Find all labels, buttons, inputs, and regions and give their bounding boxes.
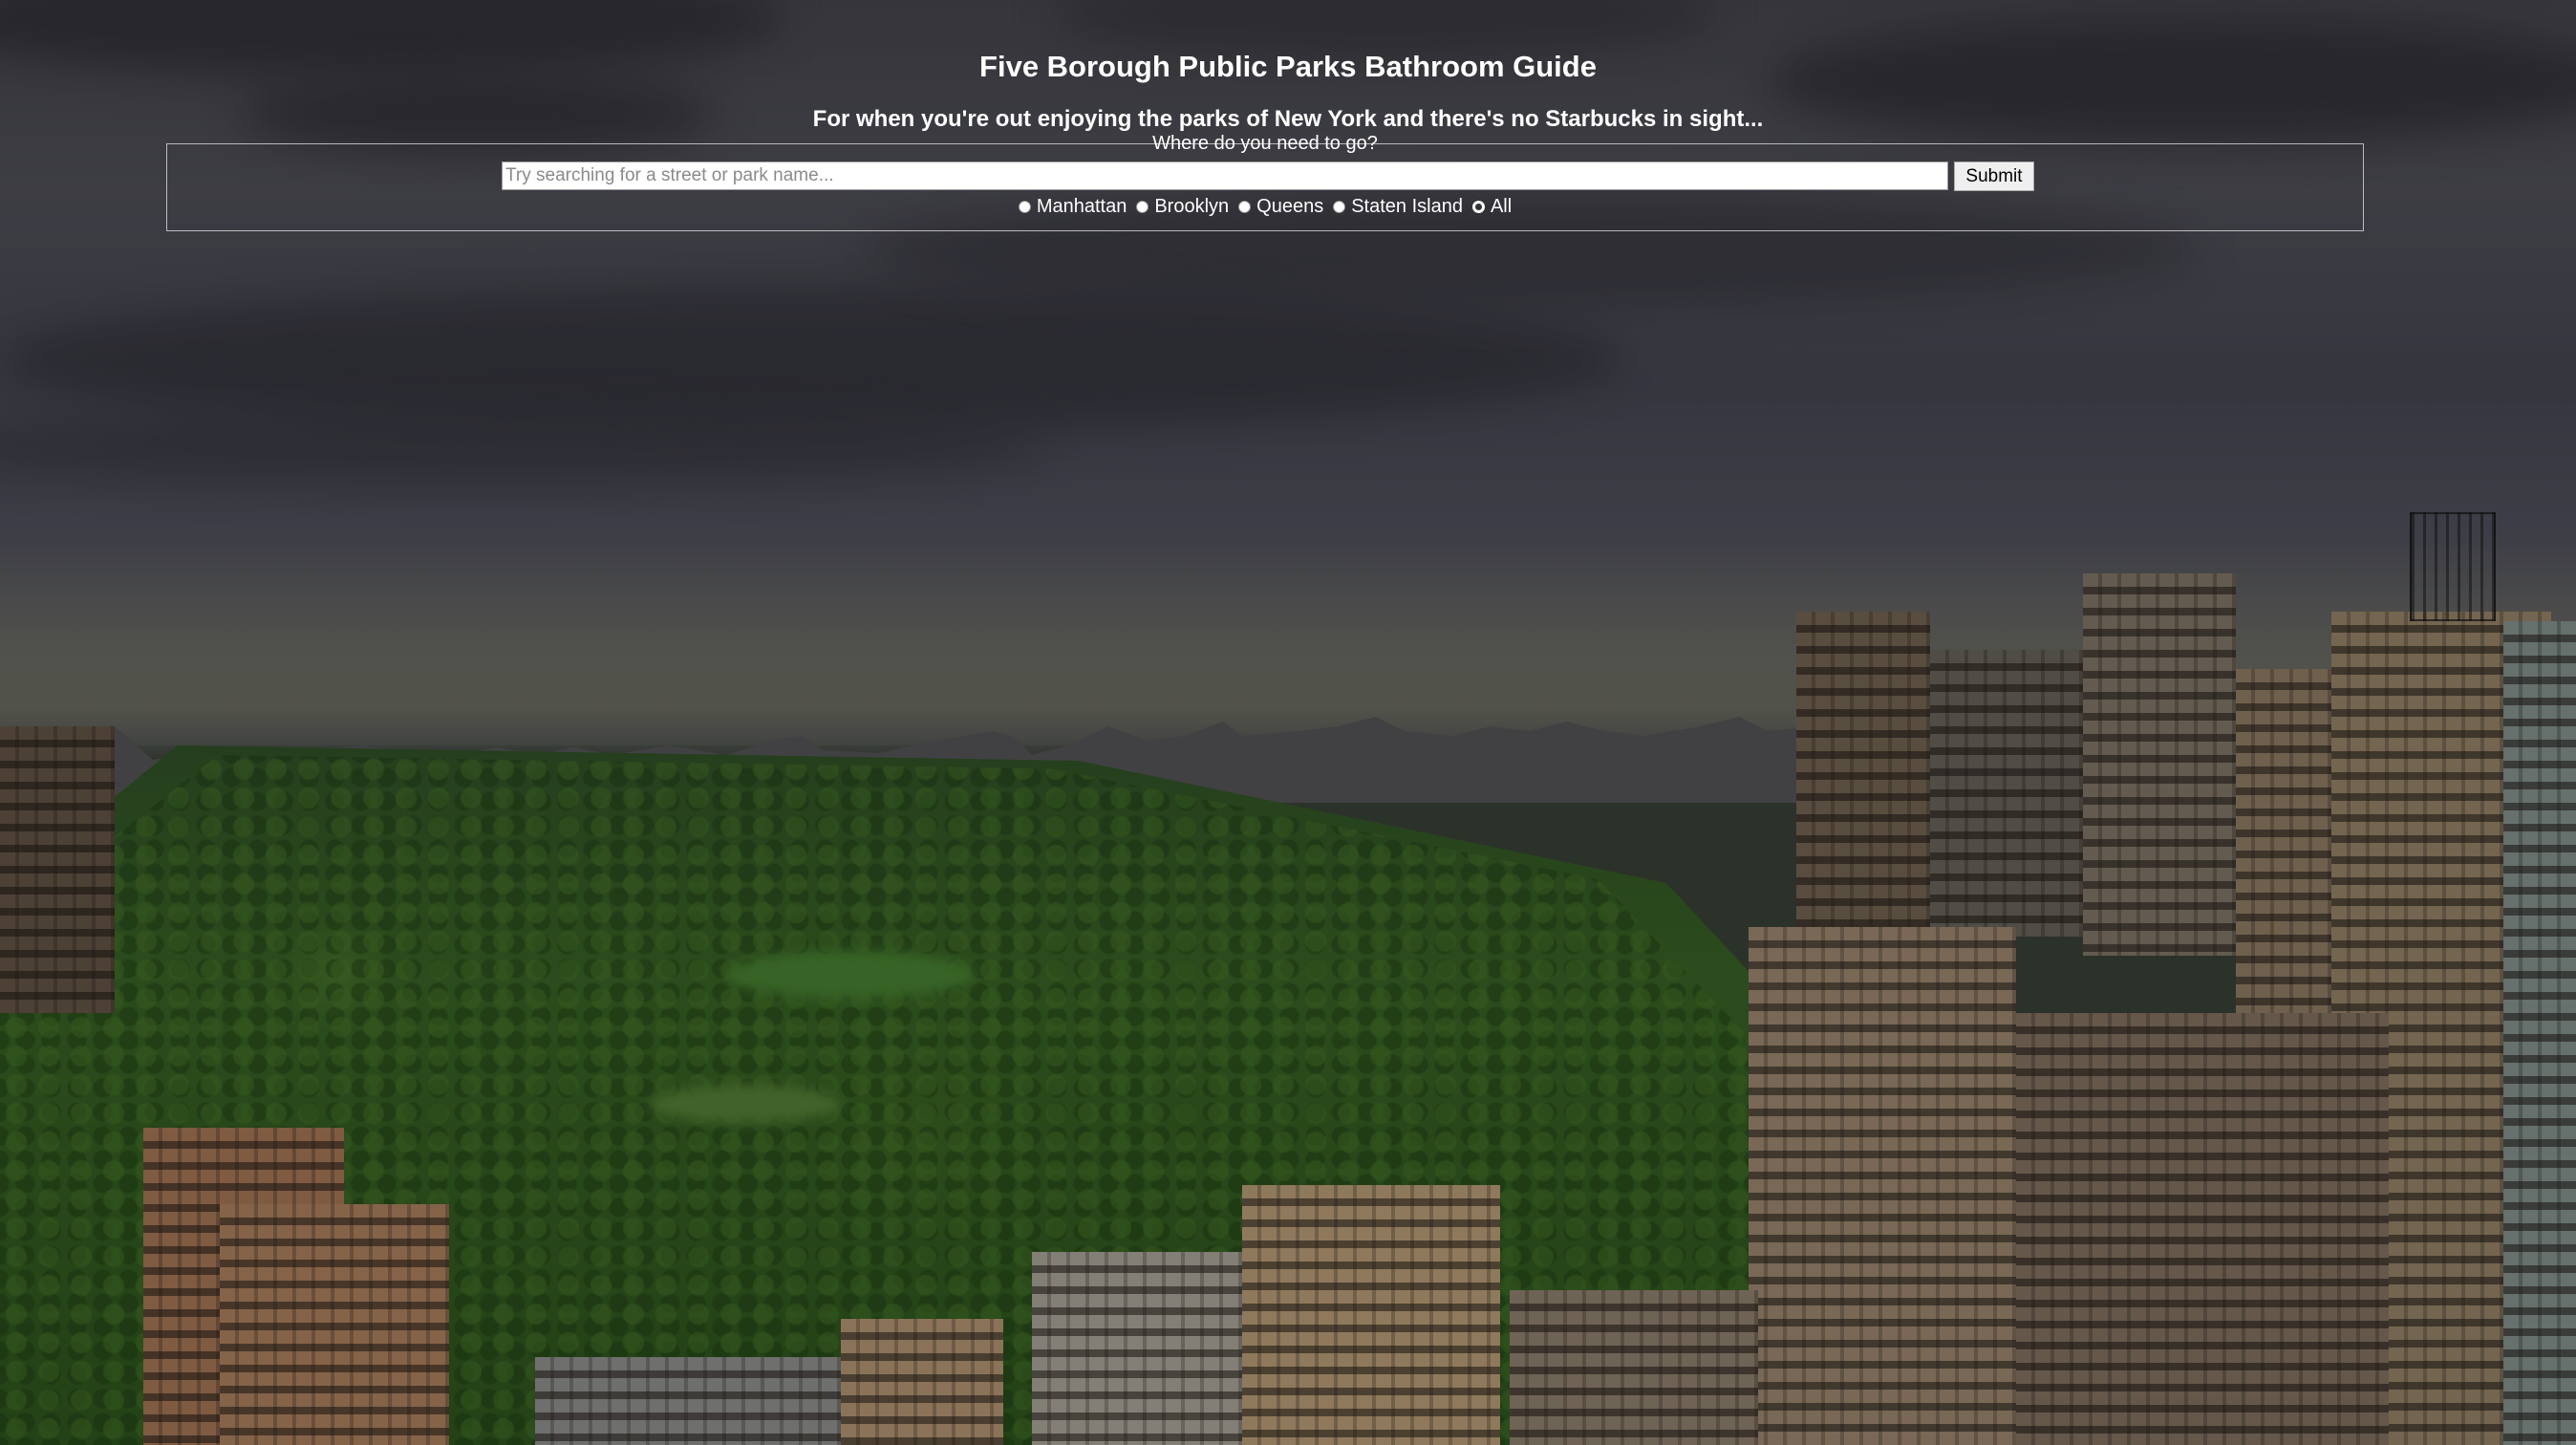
search-row: Submit: [502, 162, 2034, 192]
page-tagline: For when you're out enjoying the parks o…: [812, 106, 1764, 132]
submit-button[interactable]: Submit: [1954, 162, 2034, 191]
borough-option-brooklyn[interactable]: Brooklyn: [1136, 196, 1229, 218]
borough-option-all[interactable]: All: [1471, 195, 1513, 218]
search-input[interactable]: [502, 162, 1948, 190]
borough-label: Brooklyn: [1154, 195, 1230, 217]
radio-button[interactable]: [1333, 200, 1346, 213]
borough-option-queens[interactable]: Queens: [1238, 196, 1323, 218]
radio-button[interactable]: [1238, 200, 1252, 213]
borough-label: Manhattan: [1036, 195, 1127, 217]
borough-label: Staten Island: [1351, 195, 1463, 217]
borough-label: All: [1490, 195, 1513, 217]
borough-filter: Manhattan Brooklyn Queens Staten Island …: [167, 194, 2363, 219]
radio-button[interactable]: [1018, 200, 1031, 213]
borough-option-manhattan[interactable]: Manhattan: [1018, 195, 1127, 218]
radio-button-selected[interactable]: [1471, 200, 1485, 213]
search-panel: Where do you need to go? Submit Manhatta…: [166, 133, 2364, 231]
borough-option-staten-island[interactable]: Staten Island: [1333, 196, 1463, 218]
borough-label: Queens: [1256, 195, 1324, 217]
radio-button[interactable]: [1136, 200, 1149, 213]
search-legend: Where do you need to go?: [1152, 133, 1378, 154]
page-title: Five Borough Public Parks Bathroom Guide: [979, 50, 1597, 83]
